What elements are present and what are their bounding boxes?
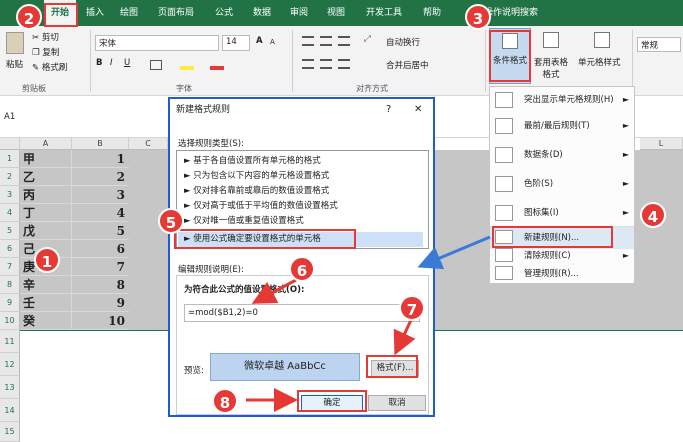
- step-badge-8: 8: [212, 388, 238, 414]
- annotation-arrows: [246, 235, 491, 412]
- step-badge-6: 6: [289, 256, 315, 282]
- step-badge-1: 1: [34, 247, 60, 273]
- step-badge-7: 7: [399, 295, 425, 321]
- blue-arrow: [417, 235, 491, 270]
- step-badge-5: 5: [158, 208, 184, 234]
- step-badge-2: 2: [16, 4, 42, 30]
- arrow-6: [251, 278, 297, 304]
- step-badge-3: 3: [465, 4, 491, 30]
- arrow-7: [393, 319, 416, 356]
- step-badge-4: 4: [640, 202, 666, 228]
